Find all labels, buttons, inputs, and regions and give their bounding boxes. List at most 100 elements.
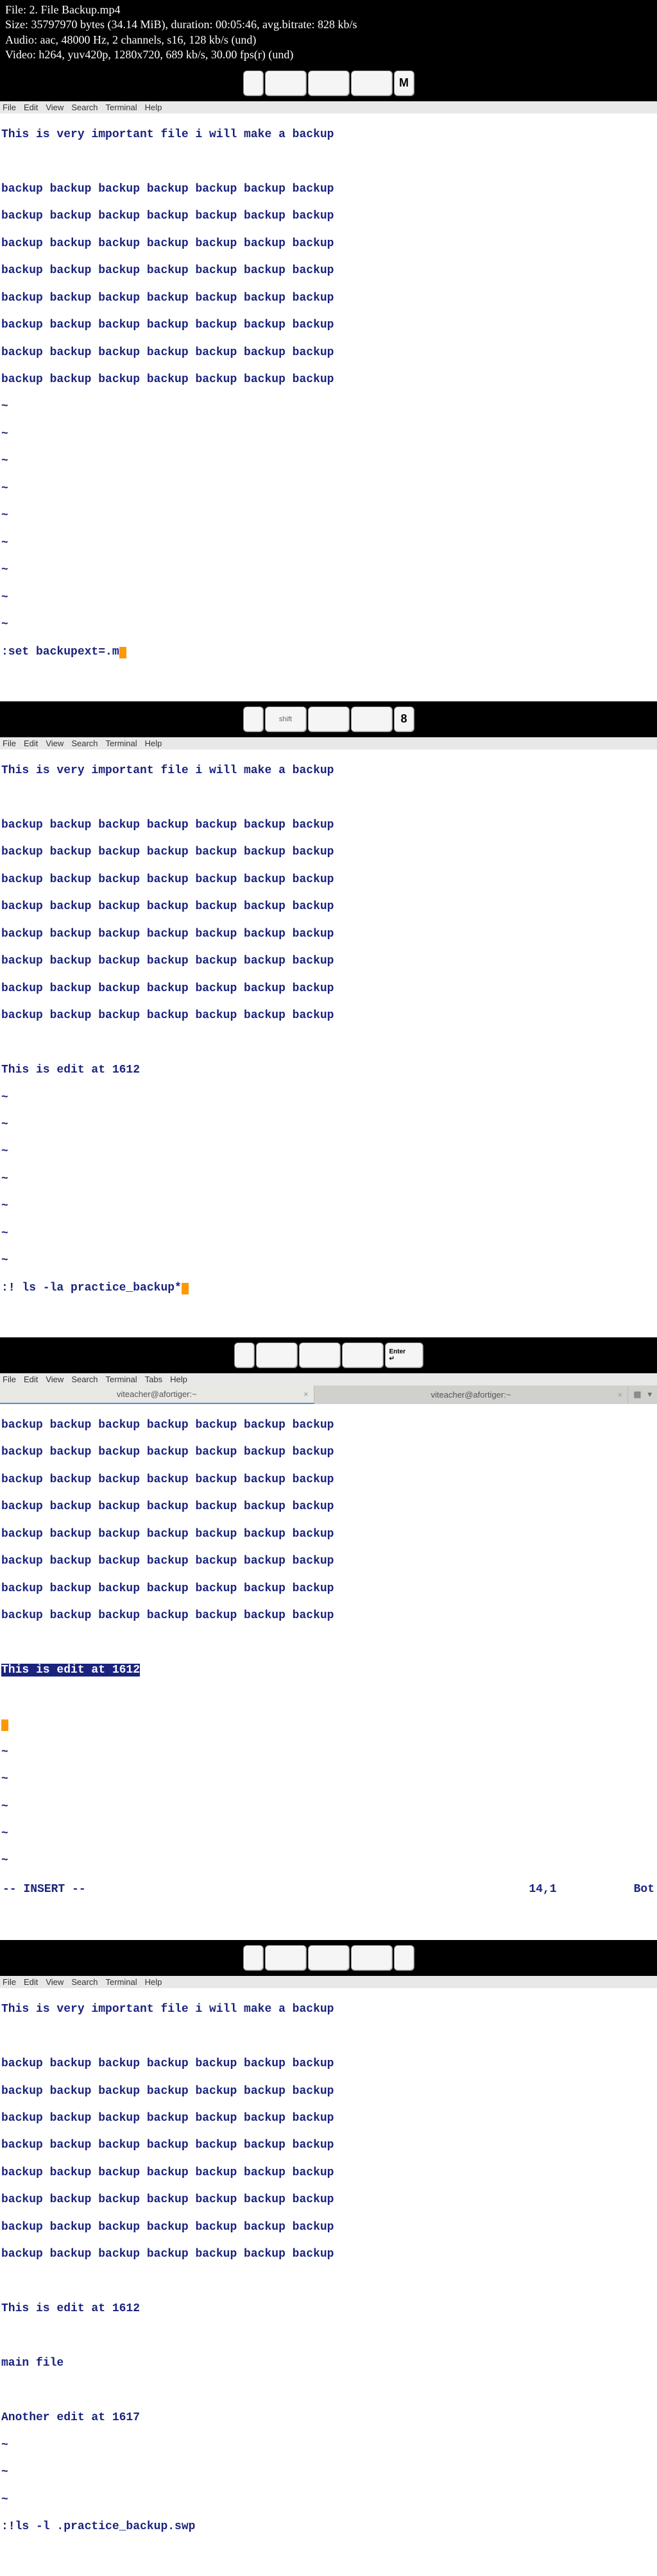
- mode-indicator: -- INSERT --: [3, 1883, 86, 1896]
- tilde-line: ~: [1, 1118, 656, 1132]
- text-line: backup backup backup backup backup backu…: [1, 237, 656, 251]
- menu-file[interactable]: File: [3, 1977, 16, 1987]
- command-line: :!ls -l .practice_backup.swp: [1, 2520, 656, 2534]
- keycap-blank: [265, 1945, 307, 1971]
- keycap-blank: [351, 71, 393, 96]
- keycap-shift: shift: [265, 707, 307, 732]
- keycap-m: M: [394, 71, 414, 96]
- menu-help[interactable]: Help: [145, 103, 162, 112]
- text-line: backup backup backup backup backup backu…: [1, 292, 656, 305]
- text-line: backup backup backup backup backup backu…: [1, 346, 656, 360]
- menu-edit[interactable]: Edit: [24, 103, 38, 112]
- menu-edit[interactable]: Edit: [24, 739, 38, 748]
- text-line: backup backup backup backup backup backu…: [1, 2085, 656, 2098]
- terminal-menubar[interactable]: File Edit View Search Terminal Tabs Help: [0, 1373, 657, 1385]
- terminal-menubar[interactable]: File Edit View Search Terminal Help: [0, 737, 657, 749]
- text-line: backup backup backup backup backup backu…: [1, 819, 656, 832]
- terminal-tabbar[interactable]: viteacher@afortiger:~× viteacher@afortig…: [0, 1385, 657, 1404]
- text-line: This is very important file i will make …: [1, 128, 656, 142]
- tilde-line: ~: [1, 1746, 656, 1759]
- tilde-line: ~: [1, 1200, 656, 1213]
- keycap-overlay: M: [0, 65, 657, 101]
- tilde-line: ~: [1, 618, 656, 631]
- status-line: -- INSERT -- 14,1Bot: [1, 1882, 656, 1898]
- size-info-line: Size: 35797970 bytes (34.14 MiB), durati…: [5, 17, 652, 32]
- keycap-8: 8: [394, 707, 414, 732]
- text-line: backup backup backup backup backup backu…: [1, 1473, 656, 1487]
- text-line: backup backup backup backup backup backu…: [1, 319, 656, 332]
- tilde-line: ~: [1, 564, 656, 577]
- cursor-position: 14,1: [529, 1883, 556, 1896]
- terminal-pane[interactable]: This is very important file i will make …: [0, 749, 657, 1337]
- text-line: backup backup backup backup backup backu…: [1, 1555, 656, 1568]
- text-line: backup backup backup backup backup backu…: [1, 873, 656, 887]
- text-line: backup backup backup backup backup backu…: [1, 2248, 656, 2261]
- text-line: backup backup backup backup backup backu…: [1, 2221, 656, 2234]
- keycap-blank: [243, 1945, 264, 1971]
- close-icon[interactable]: ×: [618, 1390, 623, 1400]
- tilde-line: ~: [1, 1145, 656, 1158]
- text-line: This is edit at 1612: [1, 2302, 656, 2316]
- tilde-line: ~: [1, 1827, 656, 1841]
- menu-view[interactable]: View: [46, 1375, 64, 1384]
- tilde-line: ~: [1, 1173, 656, 1186]
- terminal-menubar[interactable]: File Edit View Search Terminal Help: [0, 101, 657, 113]
- menu-edit[interactable]: Edit: [24, 1977, 38, 1987]
- keycap-blank: [234, 1342, 255, 1368]
- menu-terminal[interactable]: Terminal: [106, 103, 137, 112]
- menu-help[interactable]: Help: [170, 1375, 187, 1384]
- text-line: backup backup backup backup backup backu…: [1, 900, 656, 914]
- text-line: This is edit at 1612: [1, 1064, 656, 1077]
- menu-search[interactable]: Search: [71, 739, 98, 748]
- text-line: backup backup backup backup backup backu…: [1, 955, 656, 968]
- menu-view[interactable]: View: [46, 103, 64, 112]
- menu-search[interactable]: Search: [71, 103, 98, 112]
- text-line: backup backup backup backup backup backu…: [1, 1582, 656, 1596]
- menu-file[interactable]: File: [3, 1375, 16, 1384]
- text-line: Another edit at 1617: [1, 2411, 656, 2425]
- terminal-menubar[interactable]: File Edit View Search Terminal Help: [0, 1976, 657, 1988]
- text-line: This is very important file i will make …: [1, 2003, 656, 2016]
- menu-terminal[interactable]: Terminal: [106, 1375, 137, 1384]
- menu-help[interactable]: Help: [145, 739, 162, 748]
- text-line: This is very important file i will make …: [1, 764, 656, 778]
- menu-view[interactable]: View: [46, 1977, 64, 1987]
- command-line: :! ls -la practice_backup*: [1, 1282, 182, 1294]
- text-line: main file: [1, 2357, 656, 2370]
- terminal-pane[interactable]: This is very important file i will make …: [0, 113, 657, 701]
- close-icon[interactable]: ×: [303, 1389, 309, 1399]
- terminal-pane[interactable]: This is very important file i will make …: [0, 1988, 657, 2576]
- terminal-tab[interactable]: viteacher@afortiger:~×: [314, 1386, 629, 1403]
- tilde-line: ~: [1, 1773, 656, 1786]
- keycap-blank: [351, 707, 393, 732]
- keycap-overlay: [0, 1940, 657, 1976]
- tilde-line: ~: [1, 2493, 656, 2507]
- menu-search[interactable]: Search: [71, 1375, 98, 1384]
- new-tab-icon[interactable]: ▦: [633, 1389, 641, 1400]
- keycap-blank: [308, 707, 350, 732]
- terminal-pane[interactable]: backup backup backup backup backup backu…: [0, 1404, 657, 1940]
- menu-terminal[interactable]: Terminal: [106, 739, 137, 748]
- tilde-line: ~: [1, 2466, 656, 2479]
- tilde-line: ~: [1, 1800, 656, 1814]
- menu-search[interactable]: Search: [71, 1977, 98, 1987]
- keycap-enter: Enter↵: [385, 1342, 423, 1368]
- dropdown-icon[interactable]: ▾: [647, 1389, 652, 1400]
- tilde-line: ~: [1, 591, 656, 605]
- menu-help[interactable]: Help: [145, 1977, 162, 1987]
- text-line: backup backup backup backup backup backu…: [1, 846, 656, 859]
- menu-file[interactable]: File: [3, 103, 16, 112]
- text-line: backup backup backup backup backup backu…: [1, 2057, 656, 2071]
- menu-terminal[interactable]: Terminal: [106, 1977, 137, 1987]
- text-line: backup backup backup backup backup backu…: [1, 1528, 656, 1541]
- terminal-tab[interactable]: viteacher@afortiger:~×: [0, 1385, 314, 1404]
- text-line: backup backup backup backup backup backu…: [1, 2166, 656, 2180]
- text-line: backup backup backup backup backup backu…: [1, 1446, 656, 1459]
- menu-edit[interactable]: Edit: [24, 1375, 38, 1384]
- menu-view[interactable]: View: [46, 739, 64, 748]
- text-line: backup backup backup backup backup backu…: [1, 1419, 656, 1432]
- menu-tabs[interactable]: Tabs: [145, 1375, 162, 1384]
- text-line: backup backup backup backup backup backu…: [1, 1500, 656, 1514]
- tilde-line: ~: [1, 1254, 656, 1267]
- menu-file[interactable]: File: [3, 739, 16, 748]
